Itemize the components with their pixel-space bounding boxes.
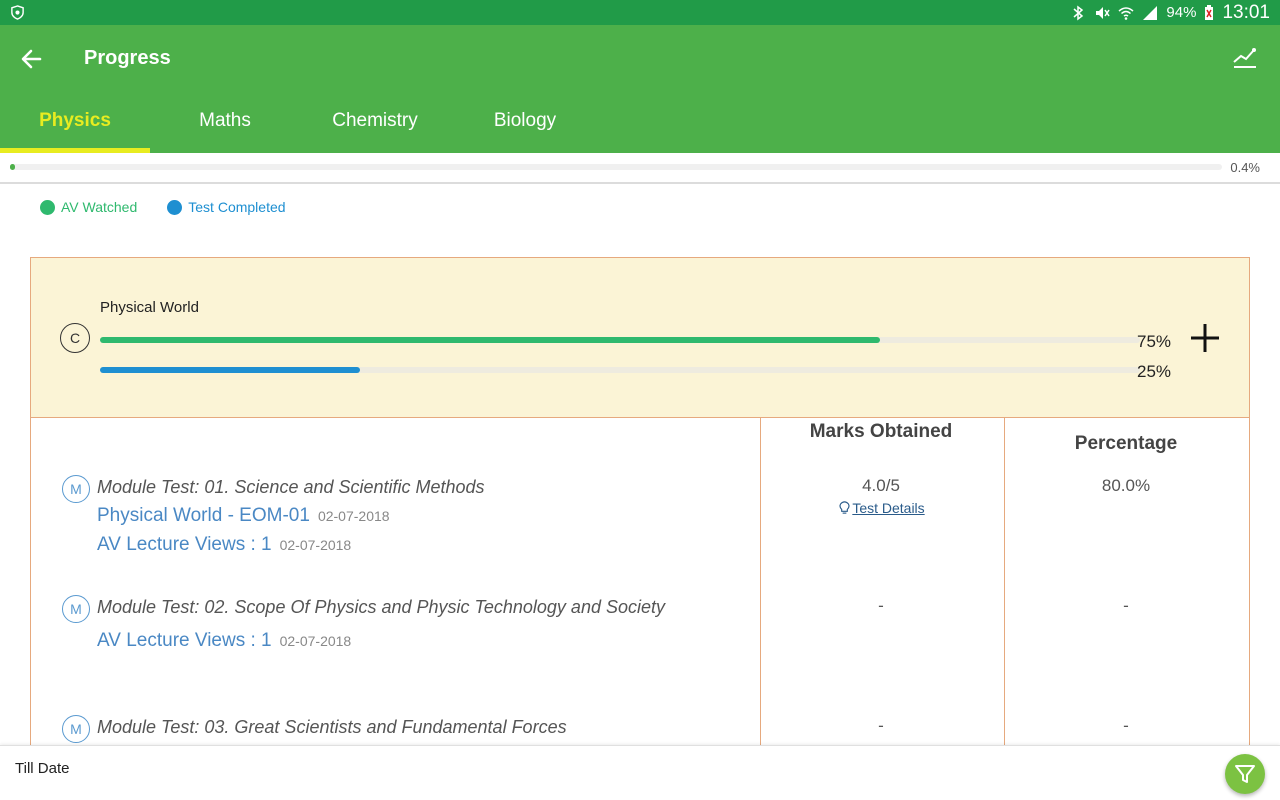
legend-test-completed: Test Completed xyxy=(167,199,286,215)
overall-progress-label: 0.4% xyxy=(1230,160,1260,175)
chapter-name: Physical World xyxy=(100,299,199,316)
trend-chart-icon[interactable] xyxy=(1232,45,1258,71)
module-title: Module Test: 02. Scope Of Physics and Ph… xyxy=(97,597,665,617)
page-title: Progress xyxy=(84,47,171,69)
test-details-label: Test Details xyxy=(852,500,925,516)
marks-cell: - xyxy=(878,716,884,735)
legend-dot-test xyxy=(167,199,183,215)
status-bar: 94% 13:01 xyxy=(0,0,1280,25)
mute-icon xyxy=(1096,6,1111,19)
marks-cell: - xyxy=(878,596,884,615)
av-watched-bar xyxy=(100,337,1140,343)
app-bar: Progress Physics Maths Chemistry Biology xyxy=(0,25,1280,153)
clock: 13:01 xyxy=(1222,1,1270,23)
wifi-icon xyxy=(1118,6,1134,20)
filter-button[interactable] xyxy=(1225,754,1265,794)
av-views-link[interactable]: AV Lecture Views : 1 02-07-2018 xyxy=(97,630,351,652)
module-badge: M xyxy=(62,595,90,623)
test-details-link[interactable]: Test Details xyxy=(801,498,961,518)
tab-physics[interactable]: Physics xyxy=(0,89,150,153)
signal-icon xyxy=(1143,5,1158,20)
percentage-cell: - xyxy=(1123,716,1129,735)
test-completed-fill xyxy=(100,367,360,373)
av-date: 02-07-2018 xyxy=(279,633,352,649)
subject-tabs: Physics Maths Chemistry Biology xyxy=(0,89,1280,153)
legend-av-watched: AV Watched xyxy=(40,199,137,215)
battery-percent: 94% xyxy=(1166,4,1197,21)
test-completed-bar xyxy=(100,367,1140,373)
module-title: Module Test: 01. Science and Scientific … xyxy=(97,477,485,497)
module-badge: M xyxy=(62,715,90,743)
chapter-badge: C xyxy=(60,323,90,353)
av-views-label: AV Lecture Views : 1 xyxy=(97,630,272,651)
shield-icon xyxy=(11,5,24,20)
module-badge: M xyxy=(62,475,90,503)
test-date: 02-07-2018 xyxy=(317,508,390,524)
test-link[interactable]: Physical World - EOM-01 02-07-2018 xyxy=(97,505,390,527)
tab-maths[interactable]: Maths xyxy=(150,89,300,153)
legend-dot-av xyxy=(40,199,55,215)
bottom-bar: Till Date xyxy=(0,745,1280,800)
module-row: M Module Test: 01. Science and Scientifi… xyxy=(31,472,1249,572)
av-views-label: AV Lecture Views : 1 xyxy=(97,534,272,555)
test-completed-percent: 25% xyxy=(1137,362,1172,381)
bluetooth-icon xyxy=(1073,5,1084,20)
active-tab-indicator xyxy=(0,148,150,153)
tab-biology[interactable]: Biology xyxy=(450,89,600,153)
legend: AV Watched Test Completed xyxy=(40,199,286,215)
chapter-card: C Physical World 75% 25% Marks Obtained … xyxy=(30,257,1250,768)
legend-label-av: AV Watched xyxy=(61,199,138,215)
filter-icon xyxy=(1235,765,1255,783)
percentage-cell: 80.0% xyxy=(1101,476,1151,495)
plus-icon[interactable] xyxy=(1189,322,1221,354)
av-views-link[interactable]: AV Lecture Views : 1 02-07-2018 xyxy=(97,534,351,556)
av-date: 02-07-2018 xyxy=(279,537,352,553)
back-arrow-icon[interactable] xyxy=(18,45,46,73)
legend-label-test: Test Completed xyxy=(188,199,286,215)
overall-progress-fill xyxy=(10,164,15,170)
lightbulb-icon xyxy=(839,501,850,514)
percentage-cell: - xyxy=(1123,596,1129,615)
overall-progress-bar xyxy=(10,164,1222,170)
av-watched-percent: 75% xyxy=(1137,332,1172,351)
av-watched-fill xyxy=(100,337,880,343)
marks-cell: 4.0/5 xyxy=(862,476,900,495)
module-title: Module Test: 03. Great Scientists and Fu… xyxy=(97,717,567,737)
battery-icon xyxy=(1205,4,1214,20)
percentage-header: Percentage xyxy=(1074,433,1178,454)
till-date-label[interactable]: Till Date xyxy=(15,760,69,777)
module-row: M Module Test: 02. Scope Of Physics and … xyxy=(31,592,1249,672)
tab-chemistry[interactable]: Chemistry xyxy=(300,89,450,153)
chapter-header[interactable]: C Physical World 75% 25% xyxy=(31,258,1249,418)
marks-obtained-header: Marks Obtained xyxy=(809,421,953,442)
test-link-label: Physical World - EOM-01 xyxy=(97,505,310,526)
divider xyxy=(0,182,1280,184)
